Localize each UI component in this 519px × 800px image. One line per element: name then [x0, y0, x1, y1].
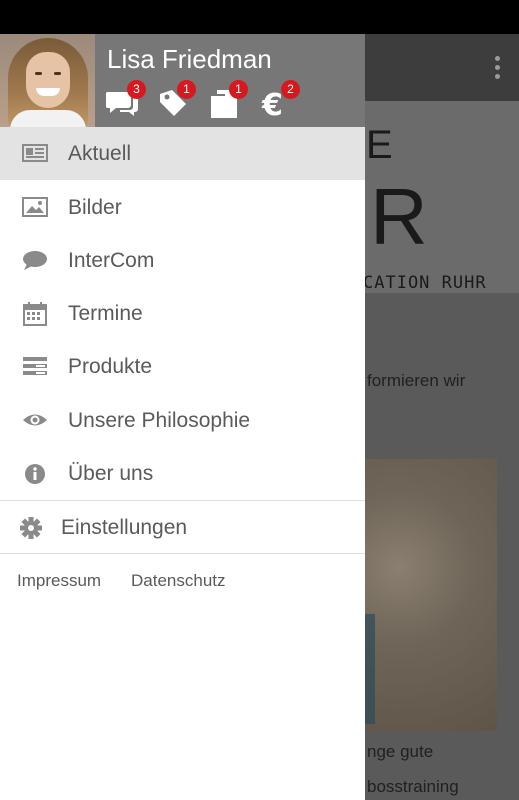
menu-item-intercom[interactable]: InterCom	[0, 234, 365, 287]
notification-badge: 3	[127, 80, 146, 99]
menu-item-einstellungen[interactable]: Einstellungen	[0, 501, 365, 554]
menu-item-termine[interactable]: Termine	[0, 287, 365, 340]
documents-icon[interactable]: 1	[208, 80, 248, 120]
chat-bubble-icon	[22, 249, 48, 273]
chat-icon[interactable]: 3	[105, 80, 146, 120]
logo-subtitle: CATION RUHR	[363, 273, 487, 293]
euro-icon[interactable]: € 2	[260, 80, 300, 123]
divider	[0, 553, 365, 554]
background-text: nge gute	[367, 742, 434, 761]
menu-item-label: Einstellungen	[61, 515, 188, 539]
notification-badge: 1	[177, 80, 196, 99]
menu-item-label: Produkte	[68, 354, 153, 378]
menu-item-bilder[interactable]: Bilder	[0, 181, 365, 234]
background-photo	[357, 459, 497, 731]
menu-item-ueber-uns[interactable]: Über uns	[0, 447, 365, 500]
menu-item-philosophie[interactable]: Unsere Philosophie	[0, 394, 365, 447]
drawer-header: Lisa Friedman 3 1 1 € 2	[0, 34, 365, 127]
list-icon	[22, 355, 48, 379]
tag-icon[interactable]: 1	[156, 80, 196, 120]
svg-text:€: €	[261, 88, 283, 120]
menu-item-label: Unsere Philosophie	[68, 408, 251, 432]
background-text: bosstraining	[367, 777, 459, 796]
datenschutz-link[interactable]: Datenschutz	[131, 571, 226, 591]
impressum-link[interactable]: Impressum	[17, 571, 101, 591]
logo-fragment: R	[370, 172, 430, 261]
overflow-menu-icon[interactable]	[495, 56, 501, 80]
eye-icon	[22, 409, 48, 433]
gear-icon	[18, 516, 44, 540]
navigation-drawer: Lisa Friedman 3 1 1 € 2 Aktuell Bilder I…	[0, 34, 365, 800]
calendar-icon	[22, 302, 48, 326]
menu-item-label: Über uns	[68, 461, 154, 485]
menu-item-label: InterCom	[68, 248, 155, 272]
menu-item-aktuell[interactable]: Aktuell	[0, 127, 365, 180]
status-bar	[0, 0, 519, 34]
background-text: formieren wir	[367, 371, 466, 390]
menu-item-label: Bilder	[68, 195, 122, 219]
news-icon	[22, 142, 48, 166]
info-icon	[22, 462, 48, 486]
avatar[interactable]	[0, 34, 95, 127]
menu-item-label: Aktuell	[68, 141, 132, 165]
logo-fragment-top: E	[366, 123, 393, 167]
notification-badge: 1	[229, 80, 248, 99]
image-icon	[22, 196, 48, 220]
notification-badge: 2	[281, 80, 300, 99]
menu-item-produkte[interactable]: Produkte	[0, 340, 365, 393]
menu-item-label: Termine	[68, 301, 143, 325]
user-name: Lisa Friedman	[107, 44, 272, 74]
